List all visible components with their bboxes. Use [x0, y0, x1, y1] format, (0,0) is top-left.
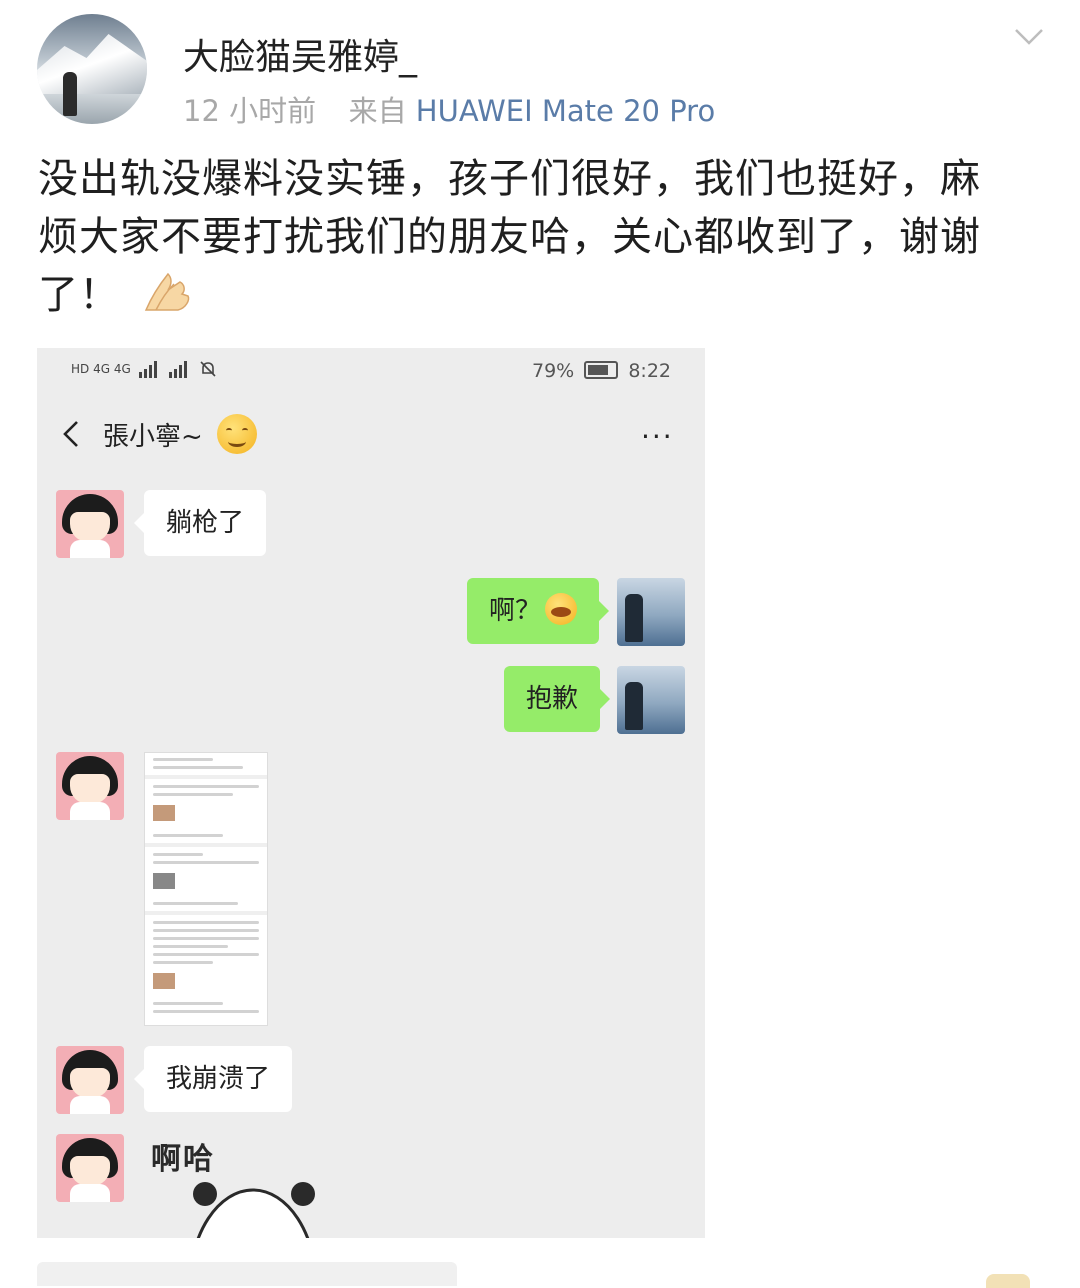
avatar-figure	[63, 72, 77, 116]
chat-titlebar: 張小寧~ ···	[37, 396, 705, 476]
message-bubble-self[interactable]: 抱歉	[504, 666, 611, 732]
status-bar: HD 4G 4G 79% 8:22	[37, 348, 705, 396]
signal-icon	[168, 361, 187, 378]
post-time: 12 小时前	[183, 94, 317, 128]
post-line-last: 了！	[38, 266, 1028, 324]
post-line-text: 了！	[38, 272, 120, 318]
chevron-left-icon[interactable]	[61, 420, 81, 448]
bear-sticker[interactable]	[185, 1172, 321, 1238]
post-meta: 12 小时前 来自 HUAWEI Mate 20 Pro	[183, 88, 715, 130]
user-avatar[interactable]	[37, 14, 147, 124]
smile-icon	[217, 414, 257, 454]
contact-avatar[interactable]	[56, 1134, 124, 1202]
chat-screenshot: HD 4G 4G 79% 8:22 張小寧~ ··· 躺枪了 啊？ 抱歉 我崩溃…	[37, 348, 705, 1238]
mute-bell-icon	[200, 361, 216, 377]
contact-avatar[interactable]	[56, 752, 124, 820]
next-content-preview	[37, 1262, 457, 1286]
status-right: 79% 8:22	[532, 360, 671, 382]
message-bubble-self[interactable]: 啊？	[467, 578, 610, 644]
post-line: 没出轨没爆料没实锤，孩子们很好，我们也挺好，麻	[38, 156, 981, 202]
source-label: 来自	[348, 94, 407, 128]
username[interactable]: 大脸猫吴雅婷_	[183, 28, 417, 80]
avatar-mountain	[37, 34, 147, 94]
post-text: 没出轨没爆料没实锤，孩子们很好，我们也挺好，麻 烦大家不要打扰我们的朋友哈，关心…	[38, 150, 1028, 324]
message-text: 啊？	[489, 596, 542, 626]
chevron-down-icon[interactable]	[1014, 28, 1044, 46]
crying-laughing-icon	[545, 593, 578, 625]
chat-title: 張小寧~	[103, 422, 203, 452]
clock: 8:22	[628, 360, 671, 382]
shared-screenshot-image[interactable]	[144, 752, 268, 1026]
folded-hands-icon	[144, 272, 190, 311]
contact-avatar[interactable]	[56, 1046, 124, 1114]
self-avatar[interactable]	[617, 578, 685, 646]
more-icon[interactable]: ···	[641, 423, 674, 451]
self-avatar[interactable]	[617, 666, 685, 734]
battery-icon	[584, 361, 619, 379]
device-link[interactable]: HUAWEI Mate 20 Pro	[416, 94, 715, 128]
signal-icon	[138, 361, 157, 378]
post-line: 烦大家不要打扰我们的朋友哈，关心都收到了，谢谢	[38, 214, 981, 260]
message-bubble[interactable]: 躺枪了	[133, 490, 267, 556]
contact-avatar[interactable]	[56, 490, 124, 558]
network-text: HD 4G 4G	[71, 362, 131, 376]
battery-percent: 79%	[532, 360, 575, 382]
message-bubble[interactable]: 我崩溃了	[133, 1046, 293, 1112]
signal-indicators: HD 4G 4G	[71, 360, 217, 378]
